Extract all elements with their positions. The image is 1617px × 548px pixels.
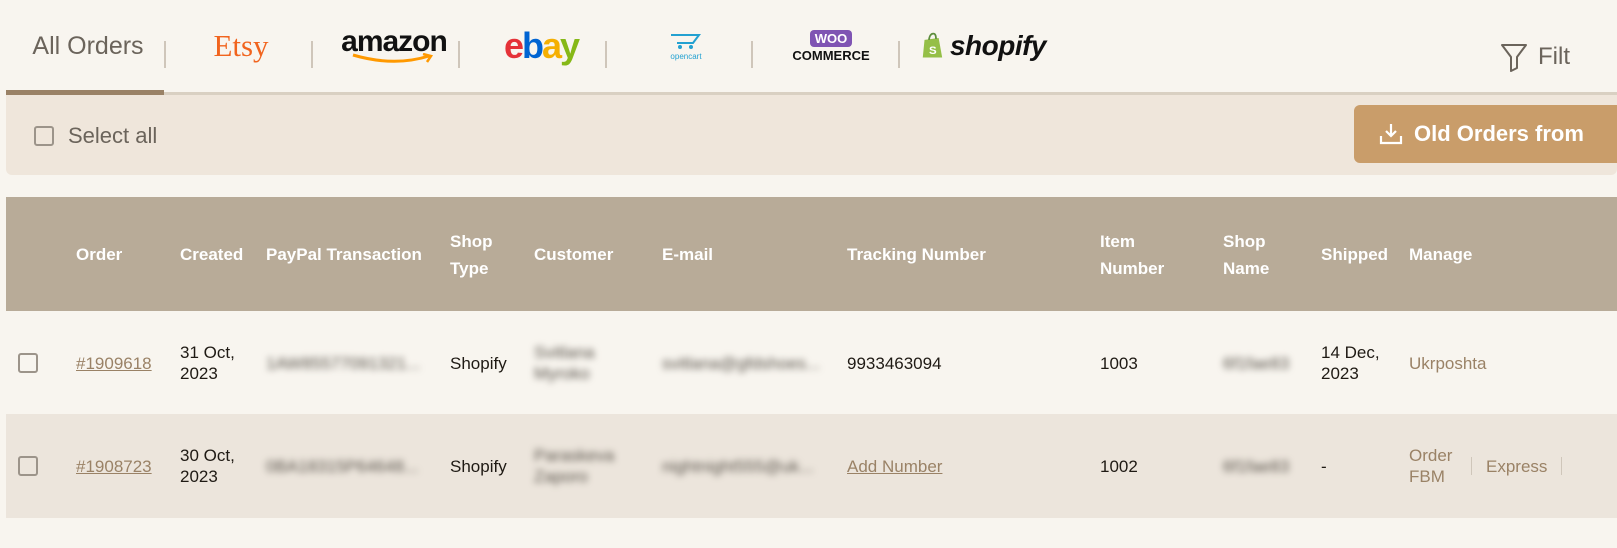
customer-email: svitlana@gfdshoes... (662, 353, 821, 373)
manage-ukrposhta-link[interactable]: Ukrposhta (1409, 353, 1486, 374)
shipped-date: 14 Dec, 2023 (1321, 343, 1380, 383)
header-paypal-transaction[interactable]: PayPal Transaction (266, 197, 422, 312)
customer-name: Svitlana Myroko (534, 343, 595, 383)
tab-amazon[interactable]: amazon (324, 0, 464, 92)
tab-etsy[interactable]: Etsy (191, 0, 291, 92)
tab-divider (898, 41, 900, 68)
table-row: #1908723 30 Oct, 2023 0BA18315P64648... S… (6, 414, 1617, 518)
header-tracking-number[interactable]: Tracking Number (847, 197, 986, 312)
shopify-bag-icon: S (922, 32, 943, 58)
created-date: 30 Oct, 2023 (180, 446, 235, 486)
shop-type: Shopify (450, 353, 507, 373)
order-link[interactable]: #1909618 (76, 353, 152, 374)
marketplace-tabs: All Orders Etsy amazon ebay opencart WOO… (6, 0, 1617, 95)
tracking-number: 9933463094 (847, 353, 942, 373)
header-created[interactable]: Created (180, 197, 243, 312)
shop-name: 6f1fae83 (1223, 456, 1290, 476)
table-row: #1909618 31 Oct, 2023 1AW85577091321... S… (6, 311, 1617, 415)
filter-label: Filt (1538, 43, 1570, 70)
header-manage: Manage (1409, 245, 1473, 264)
woocommerce-logo-text: COMMERCE (792, 48, 870, 63)
shop-type: Shopify (450, 456, 507, 476)
filter-icon (1501, 44, 1527, 72)
select-all-label: Select all (68, 123, 158, 148)
customer-name: Paraskeva Zaporo (534, 446, 615, 486)
ebay-logo-a: a (541, 25, 562, 66)
manage-express-link[interactable]: Express (1486, 456, 1547, 477)
filter-button[interactable]: Filt (1500, 42, 1570, 72)
old-orders-import-button[interactable]: Old Orders from (1354, 105, 1617, 163)
row-checkbox[interactable] (18, 456, 38, 476)
etsy-logo: Etsy (213, 28, 269, 63)
paypal-transaction: 1AW85577091321... (266, 353, 421, 373)
tab-opencart[interactable]: opencart (646, 0, 726, 92)
paypal-transaction: 0BA18315P64648... (266, 456, 419, 476)
manage-divider (1471, 457, 1472, 475)
shipped-date: - (1321, 456, 1327, 476)
opencart-cart-icon (671, 33, 701, 49)
created-date: 31 Oct, 2023 (180, 343, 235, 383)
tab-divider (605, 41, 607, 68)
tab-divider (458, 41, 460, 68)
row-checkbox-cell (18, 311, 38, 415)
header-shop-name[interactable]: Shop Name (1223, 197, 1269, 312)
manage-order-fbm-link[interactable]: Order FBM (1409, 445, 1457, 487)
select-all[interactable]: Select all (34, 123, 157, 149)
customer-email: nightnight555@uk... (662, 456, 814, 476)
shop-name: 6f1fae83 (1223, 353, 1290, 373)
order-link[interactable]: #1908723 (76, 456, 152, 477)
tab-divider (751, 41, 753, 68)
download-icon (1379, 124, 1403, 145)
shopify-logo: shopify (949, 30, 1047, 61)
tab-divider (311, 41, 313, 68)
header-shipped[interactable]: Shipped (1321, 197, 1388, 312)
add-tracking-number-link[interactable]: Add Number (847, 456, 942, 477)
opencart-logo: opencart (670, 51, 702, 61)
row-checkbox-cell (18, 414, 38, 518)
manage-divider (1561, 457, 1563, 475)
tab-all-orders-label: All Orders (32, 31, 144, 60)
old-orders-label: Old Orders from (1414, 121, 1584, 146)
ebay-logo-y: y (560, 25, 580, 66)
header-item-number[interactable]: Item Number (1100, 197, 1164, 312)
orders-toolbar: Select all Old Orders from (6, 95, 1617, 175)
tab-ebay[interactable]: ebay (486, 0, 596, 92)
item-number: 1003 (1100, 353, 1138, 373)
tab-shopify[interactable]: S shopify (921, 0, 1047, 92)
svg-text:S: S (929, 45, 937, 57)
tab-all-orders[interactable]: All Orders (6, 0, 170, 95)
tab-divider (164, 41, 166, 68)
tab-woocommerce[interactable]: WOO COMMERCE (791, 0, 871, 92)
amazon-smile-icon (352, 53, 434, 63)
woocommerce-logo-badge: WOO (809, 30, 853, 47)
header-email[interactable]: E-mail (662, 197, 713, 312)
header-shop-type[interactable]: Shop Type (450, 197, 493, 312)
header-order[interactable]: Order (76, 197, 122, 312)
item-number: 1002 (1100, 456, 1138, 476)
header-customer[interactable]: Customer (534, 197, 613, 312)
ebay-logo-b: b (521, 25, 544, 66)
row-checkbox[interactable] (18, 353, 38, 373)
ebay-logo-e: e (503, 25, 524, 66)
orders-table-header: Order Created PayPal Transaction Shop Typ… (6, 197, 1617, 312)
select-all-checkbox[interactable] (34, 126, 54, 146)
